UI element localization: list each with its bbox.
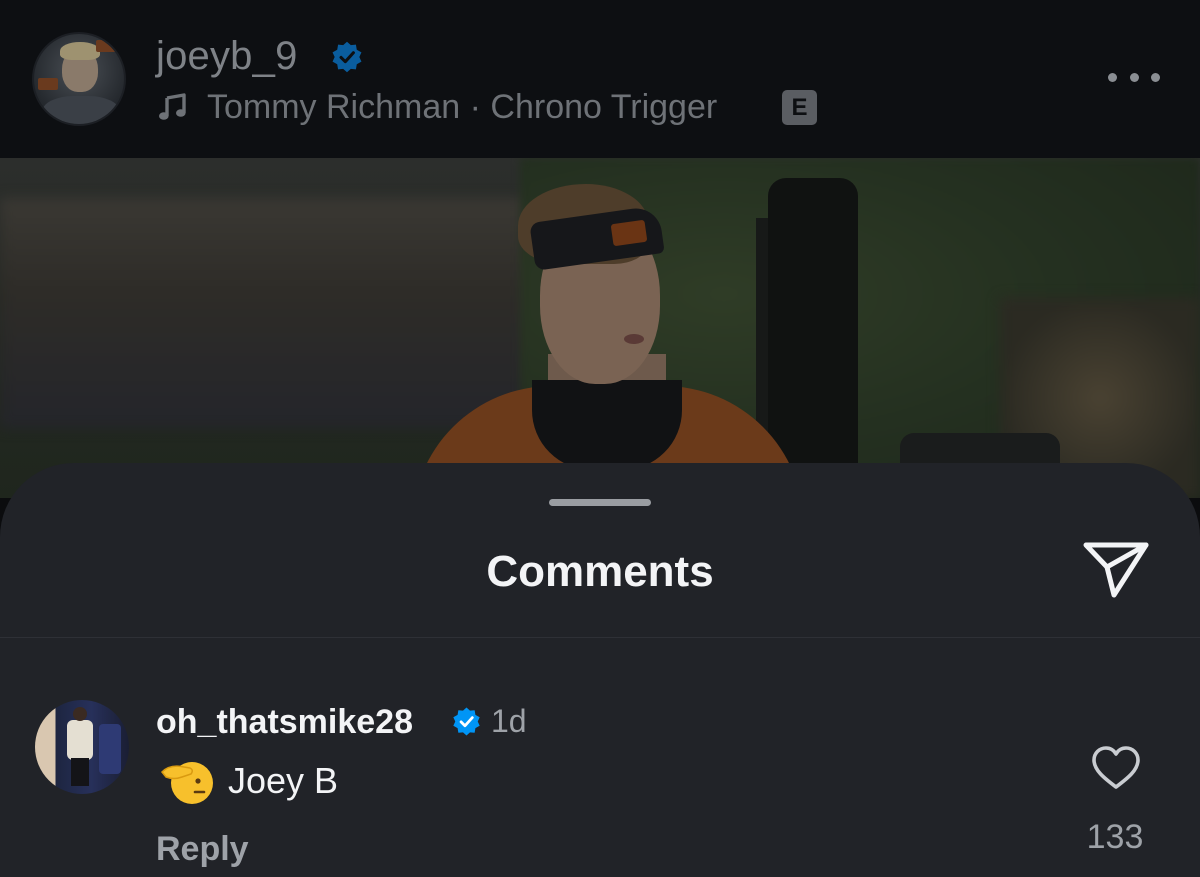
explicit-badge: E (782, 90, 817, 125)
post-author-avatar[interactable] (32, 32, 126, 126)
verified-badge-icon (332, 41, 362, 73)
paper-plane-icon[interactable] (1080, 539, 1152, 601)
post-header: joeyb_9 Tommy Richman · Chrono Trigger E (0, 0, 1200, 158)
more-options-button[interactable] (1108, 66, 1160, 88)
post-author-username[interactable]: joeyb_9 (156, 34, 298, 79)
like-count: 133 (1086, 818, 1144, 856)
sheet-title: Comments (486, 547, 714, 596)
post-photo[interactable] (0, 158, 1200, 498)
commenter-username[interactable]: oh_thatsmike28 (156, 703, 413, 742)
music-note-icon (159, 93, 186, 120)
comment-text: Joey B (228, 760, 339, 801)
commenter-avatar[interactable] (35, 700, 129, 794)
comment-timestamp: 1d (491, 703, 527, 739)
audio-artist: Tommy Richman (207, 88, 461, 126)
sheet-drag-handle[interactable] (549, 499, 651, 506)
audio-track: Chrono Trigger (490, 88, 718, 126)
sheet-divider (0, 637, 1200, 638)
more-horizontal-icon (1108, 72, 1117, 82)
heart-outline-icon[interactable] (1090, 745, 1142, 791)
audio-track-label[interactable]: Tommy Richman · Chrono Trigger (207, 88, 717, 127)
saluting-face-icon (160, 762, 213, 804)
instagram-post-screen: joeyb_9 Tommy Richman · Chrono Trigger E (0, 0, 1200, 877)
verified-badge-icon (453, 707, 480, 736)
reply-button[interactable]: Reply (156, 830, 249, 869)
audio-separator: · (469, 88, 481, 126)
comments-sheet: Comments (0, 463, 1200, 877)
